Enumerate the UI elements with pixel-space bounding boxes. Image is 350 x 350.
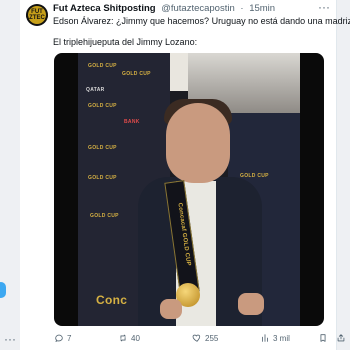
reply-count: 7 — [67, 333, 72, 343]
views-action[interactable]: 3 mil — [260, 333, 290, 343]
tweet-time[interactable]: 15min — [249, 3, 275, 14]
reply-icon — [55, 334, 63, 343]
sponsor-text: GOLD CUP — [88, 145, 117, 151]
retweet-count: 40 — [131, 333, 140, 343]
hand-left — [160, 299, 182, 319]
tweet-text: Edson Álvarez: ¿Jimmy que hacemos? Urugu… — [53, 15, 350, 48]
like-action[interactable]: 255 — [192, 333, 218, 343]
heart-icon — [192, 334, 201, 342]
bookmark-icon — [320, 334, 326, 342]
retweet-action[interactable]: 40 — [118, 333, 140, 343]
left-blue-indicator[interactable] — [0, 282, 6, 298]
video-frame[interactable]: GOLD CUP GOLD CUP QATAR GOLD CUP BANK GO… — [78, 53, 300, 326]
sponsor-text: BANK — [124, 119, 140, 125]
avatar[interactable]: FUT AZTECA — [26, 4, 48, 26]
views-icon — [262, 334, 268, 342]
sponsor-text: QATAR — [86, 87, 105, 93]
tweet-text-line-2: El triplehijueputa del Jimmy Lozano: — [53, 37, 198, 47]
tweet-media[interactable]: GOLD CUP GOLD CUP QATAR GOLD CUP BANK GO… — [54, 53, 324, 326]
sponsor-text: GOLD CUP — [88, 103, 117, 109]
author-line: Fut Azteca Shitposting @futaztecapostin … — [53, 3, 275, 14]
sponsor-text: GOLD CUP — [122, 71, 151, 77]
sponsor-text: GOLD CUP — [88, 63, 117, 69]
tweet-card[interactable]: FUT AZTECA Fut Azteca Shitposting @futaz… — [20, 0, 350, 350]
hand-right — [238, 293, 264, 315]
bottom-logo-text: Conc — [96, 293, 128, 307]
sponsor-text: GOLD CUP — [88, 175, 117, 181]
left-more-icon[interactable]: ··· — [4, 332, 16, 346]
author-handle[interactable]: @futaztecapostin — [161, 3, 235, 14]
share-action[interactable] — [336, 333, 346, 343]
person-head — [166, 103, 230, 183]
sponsor-text: GOLD CUP — [90, 213, 119, 219]
share-icon — [337, 334, 345, 342]
bookmark-action[interactable] — [318, 333, 328, 343]
views-count: 3 mil — [273, 333, 290, 343]
author-name[interactable]: Fut Azteca Shitposting — [53, 3, 156, 14]
like-count: 255 — [205, 333, 219, 343]
more-options-icon[interactable]: ··· — [318, 0, 330, 14]
dot-separator: · — [240, 3, 244, 14]
tweet-actions: 7 40 255 3 mil — [54, 333, 345, 347]
tweet-text-line-1: Edson Álvarez: ¿Jimmy que hacemos? Urugu… — [53, 16, 350, 26]
retweet-icon — [119, 334, 127, 342]
sponsor-text: GOLD CUP — [240, 173, 269, 179]
text-gap — [53, 27, 333, 36]
avatar-text: FUT AZTECA — [26, 9, 48, 21]
reply-action[interactable]: 7 — [54, 333, 71, 343]
left-rail: ··· — [0, 0, 20, 350]
